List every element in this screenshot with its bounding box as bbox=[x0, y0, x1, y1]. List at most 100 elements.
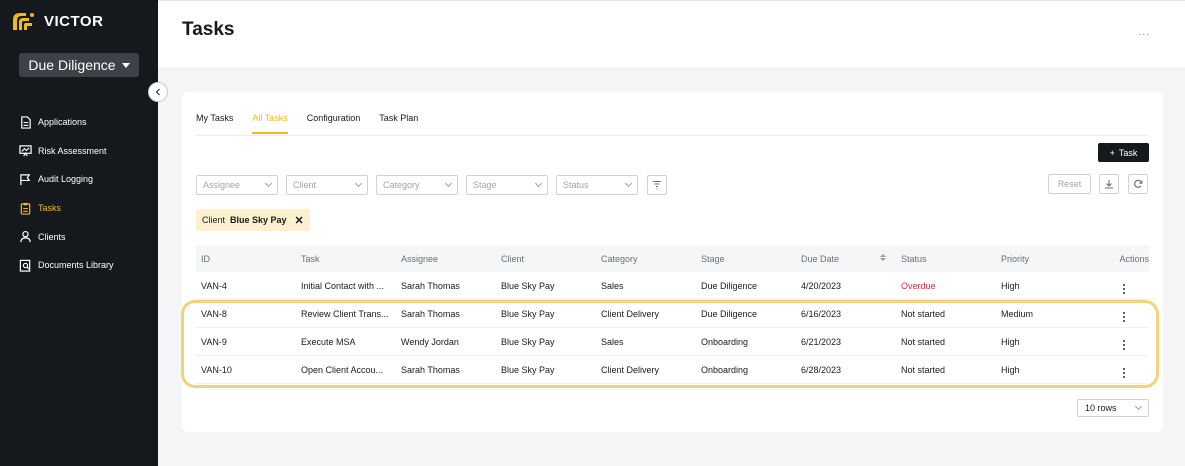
column-header-stage[interactable]: Stage bbox=[696, 254, 796, 264]
cell-task[interactable]: Review Client Trans... bbox=[296, 309, 396, 319]
kebab-menu-icon[interactable] bbox=[1123, 339, 1125, 350]
cell-assignee: Sarah Thomas bbox=[401, 280, 460, 291]
tabs-divider bbox=[196, 135, 1149, 136]
category-filter-placeholder: Category bbox=[383, 180, 420, 190]
reset-button[interactable]: Reset bbox=[1048, 174, 1091, 194]
sidebar-item-label: Risk Assessment bbox=[38, 145, 107, 156]
cell-priority: High bbox=[1001, 364, 1020, 375]
row-actions[interactable] bbox=[1096, 278, 1149, 294]
sidebar-item-label: Tasks bbox=[38, 203, 62, 214]
stage-filter[interactable]: Stage bbox=[466, 175, 548, 195]
client-filter-placeholder: Client bbox=[293, 180, 317, 190]
kebab-menu-icon[interactable] bbox=[1123, 311, 1125, 322]
cell-task[interactable]: Execute MSA bbox=[296, 337, 396, 347]
cell-category: Sales bbox=[601, 280, 624, 291]
client-filter[interactable]: Client bbox=[286, 175, 368, 195]
cell-status: Overdue bbox=[901, 280, 936, 291]
cell-due-date: 6/16/2023 bbox=[801, 308, 842, 319]
rows-per-page-value: 10 rows bbox=[1085, 403, 1117, 413]
column-header-due-date[interactable]: Due Date bbox=[796, 253, 896, 264]
tab-all-tasks[interactable]: All Tasks bbox=[252, 113, 288, 134]
row-actions[interactable] bbox=[1096, 306, 1149, 322]
cell-priority: High bbox=[1001, 336, 1020, 347]
category-filter[interactable]: Category bbox=[376, 175, 458, 195]
rows-per-page-select[interactable]: 10 rows bbox=[1077, 399, 1149, 417]
sort-icon[interactable] bbox=[880, 253, 886, 264]
logo[interactable]: VICTOR bbox=[10, 10, 103, 32]
caret-down-icon bbox=[121, 62, 130, 68]
row-actions[interactable] bbox=[1096, 362, 1149, 378]
column-header-priority[interactable]: Priority bbox=[996, 254, 1096, 264]
table-row[interactable]: VAN-10 Open Client Accou... Sarah Thomas… bbox=[196, 356, 1149, 384]
sidebar-nav: Applications Risk Assessment Audit Loggi… bbox=[19, 108, 114, 280]
column-header-id[interactable]: ID bbox=[196, 254, 296, 264]
sidebar-item-documents-library[interactable]: Documents Library bbox=[19, 251, 114, 280]
cell-client: Blue Sky Pay bbox=[501, 280, 555, 291]
cell-task[interactable]: Open Client Accou... bbox=[296, 365, 396, 375]
close-icon[interactable]: ✕ bbox=[295, 214, 304, 227]
tab-task-plan[interactable]: Task Plan bbox=[379, 113, 418, 134]
cell-priority: High bbox=[1001, 280, 1020, 291]
cell-assignee: Sarah Thomas bbox=[401, 364, 460, 375]
refresh-icon bbox=[1134, 179, 1143, 188]
column-header-task[interactable]: Task bbox=[296, 254, 396, 264]
sidebar-item-label: Clients bbox=[38, 231, 66, 242]
download-button[interactable] bbox=[1099, 174, 1119, 194]
column-header-category[interactable]: Category bbox=[596, 254, 696, 264]
kebab-menu-icon[interactable] bbox=[1123, 283, 1125, 294]
more-options-icon[interactable]: ... bbox=[1139, 27, 1150, 38]
assignee-filter-placeholder: Assignee bbox=[203, 180, 241, 190]
filter-bar: Assignee Client Category Stage Status bbox=[196, 175, 667, 195]
column-header-assignee[interactable]: Assignee bbox=[396, 254, 496, 264]
status-filter-placeholder: Status bbox=[563, 180, 589, 190]
chevron-down-icon bbox=[1134, 402, 1143, 411]
column-header-client[interactable]: Client bbox=[496, 254, 596, 264]
chevron-left-icon bbox=[155, 88, 160, 96]
flag-icon bbox=[20, 174, 31, 186]
tab-configuration[interactable]: Configuration bbox=[307, 113, 361, 134]
assignee-filter[interactable]: Assignee bbox=[196, 175, 278, 195]
cell-category: Client Delivery bbox=[601, 308, 660, 319]
cell-assignee: Wendy Jordan bbox=[401, 336, 459, 347]
table-row[interactable]: VAN-9 Execute MSA Wendy Jordan Blue Sky … bbox=[196, 328, 1149, 356]
cell-stage: Onboarding bbox=[701, 364, 749, 375]
advanced-filter-button[interactable] bbox=[647, 175, 667, 195]
sidebar-item-label: Documents Library bbox=[38, 260, 114, 271]
cell-due-date: 6/28/2023 bbox=[801, 364, 842, 375]
cell-status: Not started bbox=[901, 364, 946, 375]
collapse-sidebar-button[interactable] bbox=[148, 82, 168, 102]
tasks-table: ID Task Assignee Client Category Stage D… bbox=[196, 245, 1149, 384]
table-row[interactable]: VAN-8 Review Client Trans... Sarah Thoma… bbox=[196, 300, 1149, 328]
workspace-selector[interactable]: Due Diligence bbox=[19, 53, 139, 77]
status-filter[interactable]: Status bbox=[556, 175, 638, 195]
table-row[interactable]: VAN-4 Initial Contact with ... Sarah Tho… bbox=[196, 272, 1149, 300]
document-icon bbox=[21, 116, 31, 129]
search-document-icon bbox=[19, 259, 31, 272]
sidebar: VICTOR Due Diligence Applications Risk A… bbox=[0, 0, 158, 466]
sidebar-item-tasks[interactable]: Tasks bbox=[19, 194, 114, 223]
cell-client: Blue Sky Pay bbox=[501, 336, 555, 347]
column-header-status[interactable]: Status bbox=[896, 254, 996, 264]
chevron-down-icon bbox=[534, 179, 543, 188]
refresh-button[interactable] bbox=[1128, 174, 1148, 194]
sidebar-item-audit-logging[interactable]: Audit Logging bbox=[19, 165, 114, 194]
due-date-header-label: Due Date bbox=[801, 253, 840, 264]
cell-id: VAN-9 bbox=[201, 336, 227, 347]
kebab-menu-icon[interactable] bbox=[1123, 367, 1125, 378]
active-filter-chip: Client Blue Sky Pay ✕ bbox=[196, 209, 310, 231]
stage-filter-placeholder: Stage bbox=[473, 180, 497, 190]
sidebar-item-applications[interactable]: Applications bbox=[19, 108, 114, 137]
tab-my-tasks[interactable]: My Tasks bbox=[196, 113, 233, 134]
cell-client: Blue Sky Pay bbox=[501, 308, 555, 319]
sidebar-item-risk-assessment[interactable]: Risk Assessment bbox=[19, 137, 114, 166]
tab-bar: My Tasks All Tasks Configuration Task Pl… bbox=[196, 113, 418, 134]
add-task-button[interactable]: + Task bbox=[1098, 143, 1149, 162]
cell-client: Blue Sky Pay bbox=[501, 364, 555, 375]
row-actions[interactable] bbox=[1096, 334, 1149, 350]
user-icon bbox=[20, 231, 31, 243]
cell-status: Not started bbox=[901, 336, 946, 347]
cell-category: Client Delivery bbox=[601, 364, 660, 375]
cell-task[interactable]: Initial Contact with ... bbox=[296, 281, 396, 291]
sidebar-item-clients[interactable]: Clients bbox=[19, 222, 114, 251]
cell-stage: Due Diligence bbox=[701, 280, 758, 291]
